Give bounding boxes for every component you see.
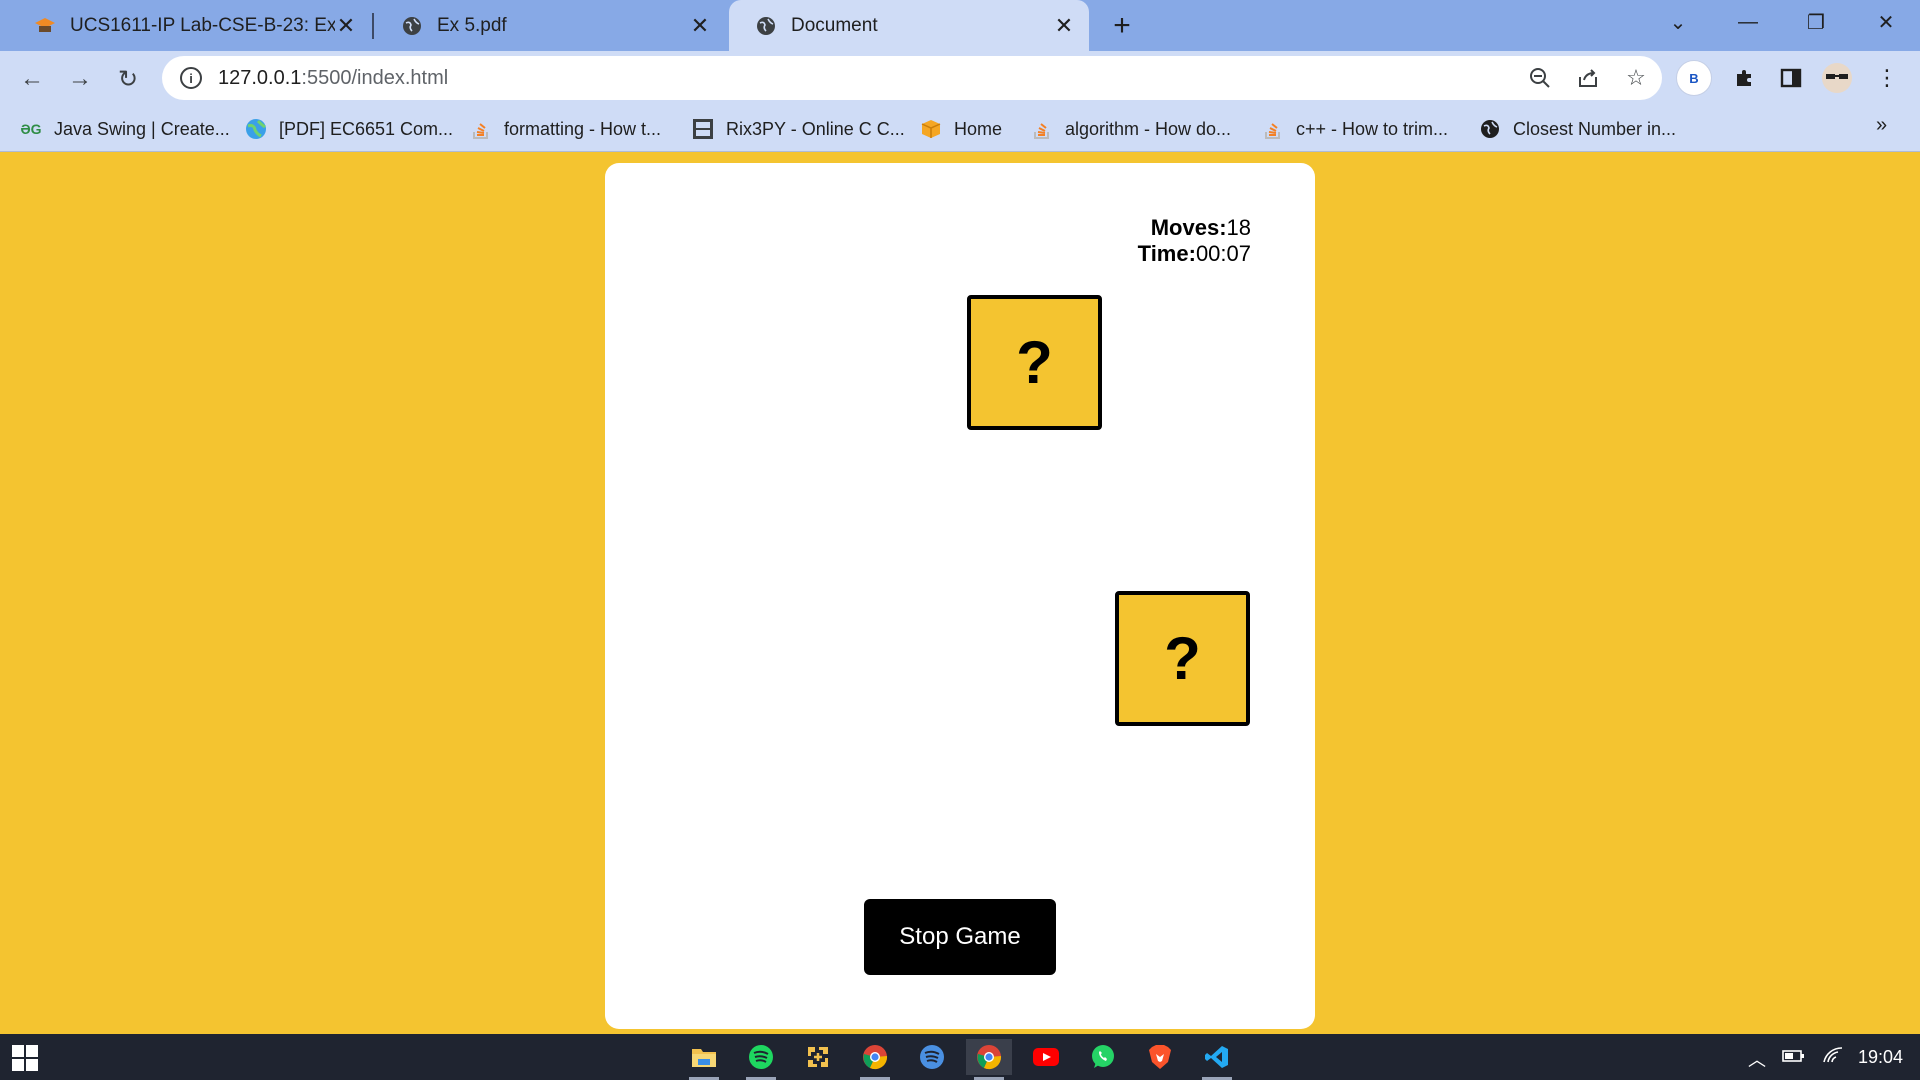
tray-chevron-up-icon[interactable]: ︿: [1748, 1046, 1766, 1072]
ideone-icon: [692, 118, 714, 140]
bookmark-item[interactable]: formatting - How t...: [470, 114, 661, 144]
stackoverflow-icon: [470, 118, 492, 140]
tab-document-active[interactable]: Document ✕: [729, 0, 1089, 51]
bookmark-label: Rix3PY - Online C C...: [726, 118, 905, 139]
windows-start-icon[interactable]: [12, 1045, 38, 1071]
vscode-icon[interactable]: [1194, 1039, 1240, 1080]
close-icon[interactable]: ✕: [335, 13, 357, 38]
globe-icon: [401, 15, 423, 37]
close-window-button[interactable]: ✕: [1856, 0, 1916, 44]
game-stats: Moves:18 Time:00:07: [1138, 215, 1251, 267]
globe-icon: [1479, 118, 1501, 140]
chrome-active-icon[interactable]: [966, 1039, 1012, 1080]
reload-icon[interactable]: ↻: [108, 59, 148, 99]
tab-title: Document: [791, 14, 878, 36]
chrome-icon[interactable]: [852, 1039, 898, 1080]
box-icon: [920, 118, 942, 140]
brave-icon[interactable]: [1137, 1039, 1183, 1075]
taskbar-clock[interactable]: 19:04: [1858, 1047, 1903, 1068]
tab-ex5-pdf[interactable]: Ex 5.pdf ✕: [375, 0, 725, 51]
moves-counter: Moves:18: [1150, 215, 1251, 240]
moodle-cap-icon: [34, 15, 56, 37]
tab-divider: [372, 13, 374, 39]
bookmark-label: algorithm - How do...: [1065, 118, 1232, 139]
tab-title: UCS1611-IP Lab-CSE-B-23: Ex 4:: [70, 14, 335, 36]
gfg-icon: ƏG: [20, 121, 42, 137]
extensions-puzzle-icon[interactable]: [1728, 61, 1762, 95]
bookmark-label: [PDF] EC6651 Com...: [279, 118, 454, 139]
memory-card[interactable]: ?: [967, 295, 1102, 430]
bookmark-item[interactable]: c++ - How to trim...: [1262, 114, 1448, 144]
bookmark-item[interactable]: algorithm - How do...: [1031, 114, 1231, 144]
windows-taskbar: ︿ 19:04: [0, 1034, 1920, 1080]
zoom-icon[interactable]: [1526, 64, 1554, 92]
time-counter: Time:00:07: [1137, 241, 1251, 266]
bookmark-label: Closest Number in...: [1513, 118, 1677, 139]
bookmark-item[interactable]: Closest Number in...: [1479, 114, 1676, 144]
bookmark-star-icon[interactable]: ☆: [1622, 64, 1650, 92]
bookmark-item[interactable]: [PDF] EC6651 Com...: [245, 114, 453, 144]
bookmarks-bar: ƏG Java Swing | Create... [PDF] EC6651 C…: [0, 106, 1920, 152]
stop-game-button[interactable]: Stop Game: [864, 899, 1056, 975]
memory-card[interactable]: ?: [1115, 591, 1250, 726]
close-icon[interactable]: ✕: [689, 13, 711, 38]
profile-badge[interactable]: B: [1676, 60, 1712, 96]
tab-search-chevron-icon[interactable]: ⌄: [1648, 0, 1708, 44]
whatsapp-icon[interactable]: [1080, 1039, 1126, 1075]
stackoverflow-icon: [1262, 118, 1284, 140]
bookmarks-overflow-chevron-icon[interactable]: »: [1876, 114, 1887, 137]
minimize-button[interactable]: —: [1718, 0, 1778, 44]
wifi-icon[interactable]: [1822, 1046, 1844, 1069]
kebab-menu-icon[interactable]: ⋮: [1870, 61, 1904, 95]
restore-button[interactable]: ❐: [1786, 0, 1846, 44]
close-icon[interactable]: ✕: [1053, 13, 1075, 38]
stackoverflow-icon: [1031, 118, 1053, 140]
bookmark-label: Home: [954, 118, 1003, 139]
share-icon[interactable]: [1574, 64, 1602, 92]
youtube-icon[interactable]: [1023, 1039, 1069, 1075]
site-info-icon[interactable]: i: [180, 67, 202, 89]
browser-toolbar: ← → ↻ i 127.0.0.1:5500/index.html ☆ ⋮: [0, 51, 1920, 106]
bookmark-item[interactable]: Rix3PY - Online C C...: [692, 114, 905, 144]
forward-arrow-icon[interactable]: →: [60, 59, 100, 99]
side-panel-icon[interactable]: [1774, 61, 1808, 95]
bookmark-item[interactable]: Home: [920, 114, 1002, 144]
globe-icon: [755, 15, 777, 37]
back-arrow-icon[interactable]: ←: [12, 59, 52, 99]
game-container: Moves:18 Time:00:07 ? ? Stop Game: [605, 163, 1315, 1029]
tab-moodle[interactable]: UCS1611-IP Lab-CSE-B-23: Ex 4: ✕: [8, 0, 371, 51]
url-text: 127.0.0.1:5500/index.html: [218, 66, 449, 89]
address-bar[interactable]: i 127.0.0.1:5500/index.html ☆: [162, 56, 1662, 100]
globe-colored-icon: [245, 118, 267, 140]
spotify-alt-icon[interactable]: [909, 1039, 955, 1075]
bookmark-label: c++ - How to trim...: [1296, 118, 1449, 139]
bookmark-label: formatting - How t...: [504, 118, 662, 139]
bookmark-item[interactable]: ƏG Java Swing | Create...: [20, 114, 230, 144]
battery-icon[interactable]: [1782, 1046, 1806, 1069]
app-icon[interactable]: [795, 1039, 841, 1075]
tab-strip: UCS1611-IP Lab-CSE-B-23: Ex 4: ✕ Ex 5.pd…: [0, 0, 1920, 51]
file-explorer-icon[interactable]: [681, 1039, 727, 1080]
spotify-icon[interactable]: [738, 1039, 784, 1080]
profile-avatar[interactable]: [1820, 61, 1854, 95]
bookmark-label: Java Swing | Create...: [54, 118, 230, 139]
tab-title: Ex 5.pdf: [437, 14, 507, 36]
new-tab-button[interactable]: +: [1104, 8, 1140, 44]
